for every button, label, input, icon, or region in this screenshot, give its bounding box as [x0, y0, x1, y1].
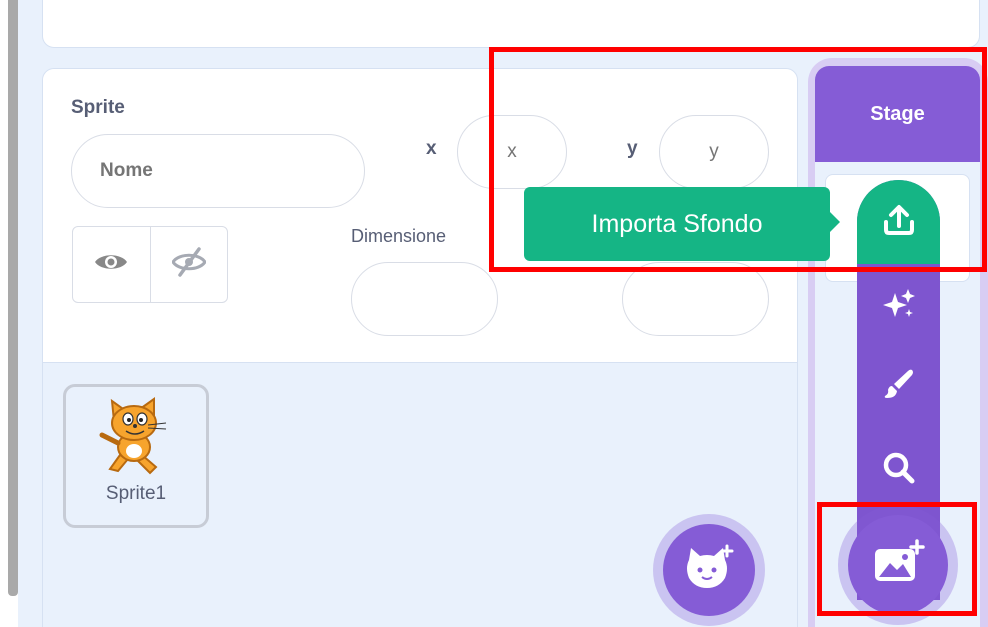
show-button[interactable]	[73, 227, 150, 302]
surprise-backdrop-button[interactable]	[857, 276, 940, 336]
add-sprite-button[interactable]	[663, 524, 755, 616]
paint-brush-icon	[882, 367, 916, 406]
sprite-tile[interactable]: Sprite1	[63, 384, 209, 528]
annotation-box-backdrop-button	[817, 502, 977, 616]
direction-input[interactable]	[622, 262, 769, 336]
surprise-sparkle-icon	[882, 287, 916, 326]
eye-icon	[94, 251, 128, 278]
scrollbar[interactable]	[8, 0, 18, 596]
paint-backdrop-button[interactable]	[857, 356, 940, 416]
sprite-label: Sprite	[71, 97, 125, 118]
visibility-toggle	[72, 226, 228, 303]
top-panel	[42, 0, 980, 48]
search-icon	[882, 451, 916, 490]
cat-sprite-icon	[96, 395, 176, 482]
hide-button[interactable]	[149, 227, 228, 302]
sprite-name: Sprite1	[105, 483, 167, 504]
annotation-box-tooltip	[489, 47, 987, 272]
x-label: x	[426, 138, 437, 159]
eye-slash-icon	[170, 247, 207, 282]
choose-backdrop-button[interactable]	[857, 440, 940, 500]
sprite-name-input[interactable]	[71, 134, 365, 208]
size-input[interactable]	[351, 262, 498, 336]
size-label: Dimensione	[351, 226, 447, 246]
add-cat-icon	[683, 544, 735, 597]
